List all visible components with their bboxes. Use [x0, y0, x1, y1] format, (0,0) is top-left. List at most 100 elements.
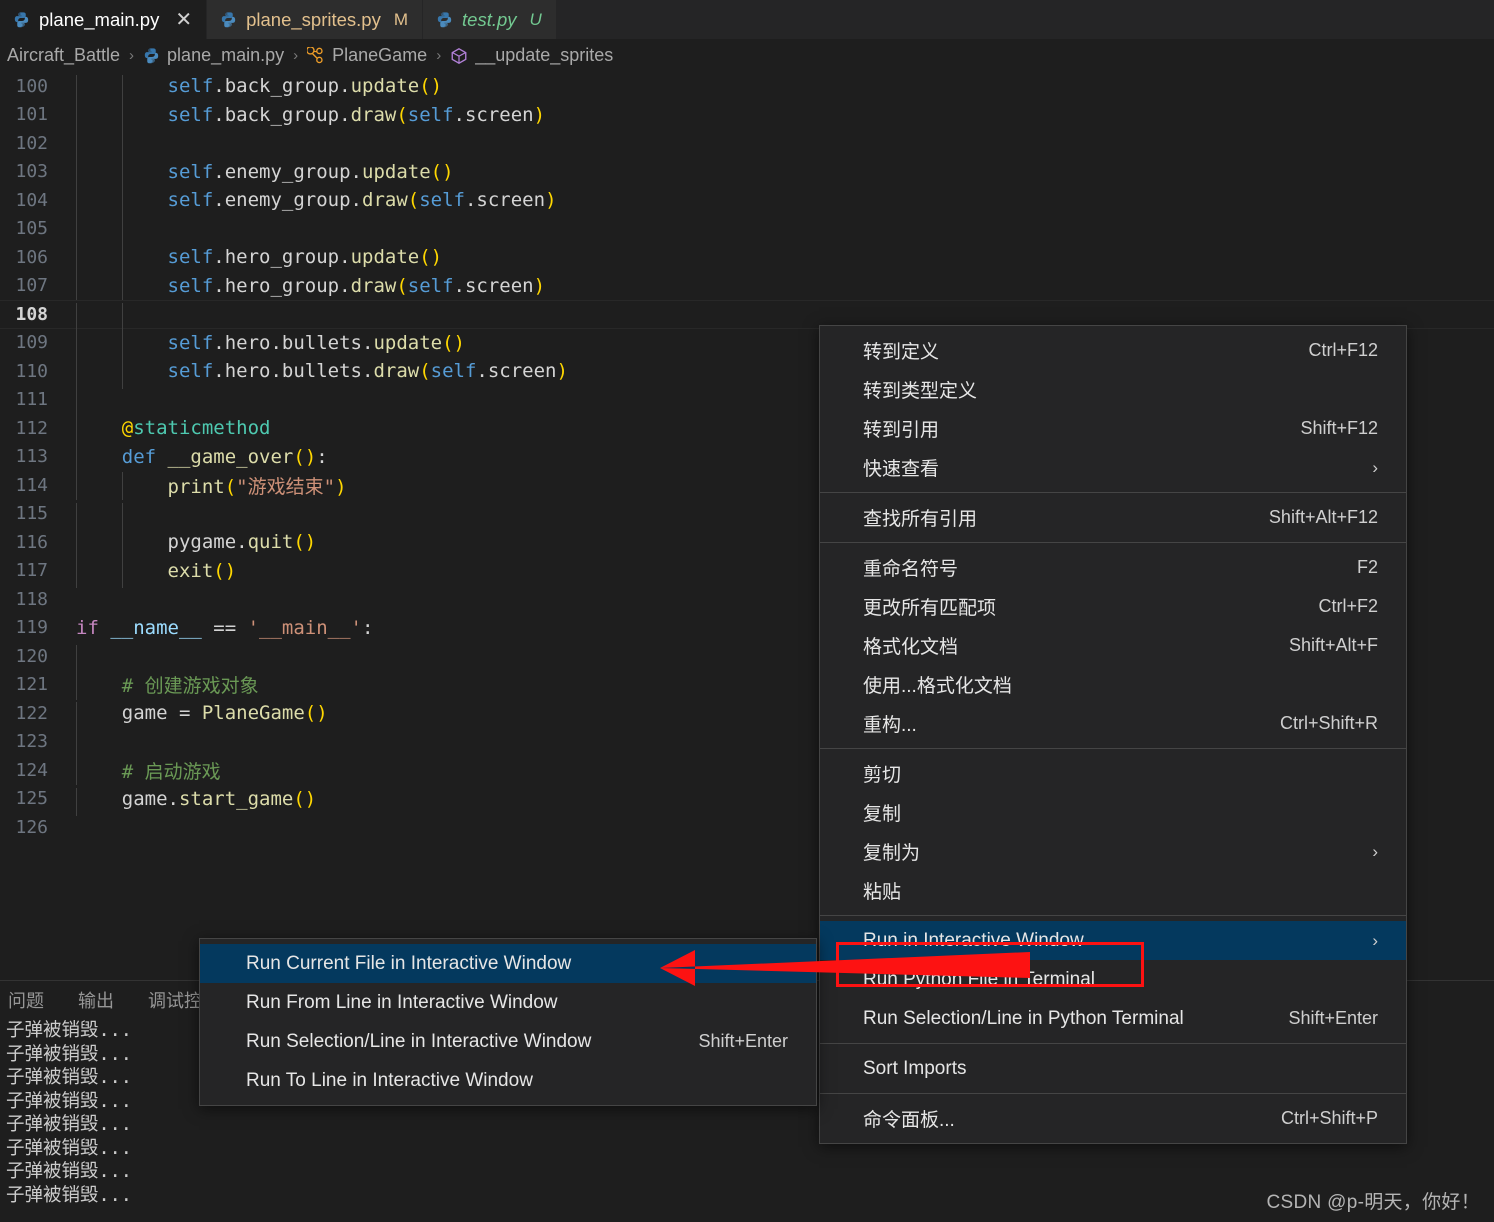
- code-token: @: [121, 417, 134, 440]
- submenu-item[interactable]: Run From Line in Interactive Window: [200, 983, 816, 1022]
- code-token: .enemy_group.: [213, 189, 362, 212]
- context-menu-item[interactable]: Run in Interactive Window ›: [820, 921, 1406, 960]
- menu-item-shortcut: Ctrl+Shift+R: [1279, 713, 1378, 733]
- context-menu-item[interactable]: 粘贴: [820, 871, 1406, 910]
- code-text: self.enemy_group.draw(self.screen): [76, 189, 557, 218]
- close-icon[interactable]: ✕: [175, 10, 192, 30]
- submenu-item[interactable]: Run To Line in Interactive Window: [200, 1061, 816, 1100]
- menu-item-label: 重命名符号: [863, 559, 959, 580]
- line-number: 102: [15, 132, 48, 154]
- editor-tab-0[interactable]: plane_main.py ✕: [0, 0, 208, 39]
- breadcrumb-item-2[interactable]: PlaneGame: [304, 45, 430, 66]
- code-token: __name__: [110, 616, 202, 639]
- indent-guide: [76, 445, 77, 475]
- python-icon: [221, 12, 236, 28]
- code-line[interactable]: 106 self.hero_group.update(): [0, 243, 1494, 275]
- code-token: draw: [362, 189, 408, 212]
- code-token: pygame.: [167, 531, 248, 554]
- context-menu-item[interactable]: 转到类型定义: [820, 370, 1406, 409]
- indent-guide: [76, 502, 77, 532]
- context-menu-item[interactable]: 重构... Ctrl+Shift+R: [820, 704, 1406, 743]
- line-number: 120: [15, 645, 48, 667]
- code-line[interactable]: 100 self.back_group.update(): [0, 72, 1494, 104]
- code-token: (): [419, 75, 443, 98]
- panel-tab-1[interactable]: 输出: [78, 987, 114, 1013]
- context-menu-item[interactable]: 复制: [820, 793, 1406, 832]
- editor-tab-label: test.py: [462, 8, 517, 30]
- panel-tab-2[interactable]: 调试控: [148, 987, 202, 1013]
- panel-tab-0[interactable]: 问题: [8, 987, 44, 1013]
- chevron-right-icon: ›: [1372, 930, 1378, 950]
- code-token: self: [167, 75, 214, 98]
- indent-guide: [121, 274, 123, 304]
- submenu-item[interactable]: Run Current File in Interactive Window: [200, 944, 816, 983]
- context-menu-item[interactable]: 格式化文档 Shift+Alt+F: [820, 626, 1406, 665]
- breadcrumb-item-0[interactable]: Aircraft_Battle: [4, 45, 123, 66]
- code-token: self: [167, 189, 214, 212]
- code-text: [76, 730, 122, 760]
- editor-tab-2[interactable]: test.py U: [423, 0, 557, 39]
- code-token: self: [167, 331, 214, 354]
- context-menu-item[interactable]: 转到引用 Shift+F12: [820, 409, 1406, 448]
- editor-tab-status-badge: U: [529, 9, 542, 29]
- code-line[interactable]: 104 self.enemy_group.draw(self.screen): [0, 186, 1494, 218]
- indent-guide: [76, 671, 77, 700]
- context-menu-item[interactable]: 查找所有引用 Shift+Alt+F12: [820, 498, 1406, 537]
- run-in-interactive-window-submenu[interactable]: Run Current File in Interactive Window Ru…: [199, 938, 817, 1106]
- code-token: :: [362, 616, 374, 639]
- line-number: 126: [15, 816, 48, 838]
- breadcrumb-item-1[interactable]: plane_main.py: [140, 45, 287, 66]
- code-text: exit(): [76, 559, 236, 589]
- submenu-item[interactable]: Run Selection/Line in Interactive Window…: [200, 1022, 816, 1061]
- breadcrumb-item-3[interactable]: __update_sprites: [447, 45, 616, 66]
- code-text: [76, 303, 168, 332]
- code-token: (): [430, 160, 454, 183]
- editor-context-menu[interactable]: 转到定义 Ctrl+F12 转到类型定义 转到引用 Shift+F12 快速查看 › 查找所有…: [819, 325, 1407, 1144]
- context-menu-item[interactable]: 重命名符号 F2: [820, 548, 1406, 587]
- code-text: # 启动游戏: [76, 756, 221, 786]
- context-menu-item[interactable]: 命令面板... Ctrl+Shift+P: [820, 1099, 1406, 1138]
- code-line[interactable]: 103 self.enemy_group.update(): [0, 158, 1494, 190]
- menu-item-label: 转到定义: [863, 342, 940, 363]
- indent-guide: [76, 189, 77, 218]
- code-token: self: [167, 274, 214, 297]
- context-menu-item[interactable]: 复制为 ›: [820, 832, 1406, 871]
- menu-item-label: 更改所有匹配项: [863, 598, 997, 619]
- code-token: self: [167, 160, 214, 183]
- context-menu-item[interactable]: Sort Imports: [820, 1049, 1406, 1088]
- context-menu-item[interactable]: 更改所有匹配项 Ctrl+F2: [820, 587, 1406, 626]
- menu-item-shortcut: Shift+Enter: [698, 1031, 788, 1051]
- context-menu-item[interactable]: Run Python File in Terminal: [820, 960, 1406, 999]
- context-menu-item[interactable]: Run Selection/Line in Python Terminal Shi…: [820, 999, 1406, 1038]
- menu-item-label: Run Python File in Terminal: [863, 968, 1095, 990]
- code-text: self.back_group.draw(self.screen): [76, 103, 545, 133]
- indent-guide: [121, 331, 123, 361]
- code-token: .back_group.: [213, 103, 351, 126]
- context-menu-item[interactable]: 快速查看 ›: [820, 448, 1406, 487]
- indent-guide: [121, 132, 123, 161]
- menu-item-label: Sort Imports: [863, 1057, 967, 1079]
- line-number: 118: [15, 588, 48, 610]
- code-text: def __game_over():: [76, 445, 328, 475]
- code-line[interactable]: 101 self.back_group.draw(self.screen): [0, 101, 1494, 133]
- line-number: 113: [15, 446, 48, 468]
- code-token: (): [293, 787, 317, 810]
- context-menu-item[interactable]: 使用...格式化文档: [820, 665, 1406, 704]
- code-token: __game_over: [167, 445, 294, 468]
- code-token: "游戏结束": [236, 475, 336, 498]
- indent-guide: [76, 559, 77, 589]
- menu-item-shortcut: Shift+F12: [1300, 418, 1378, 438]
- code-line[interactable]: 105: [0, 215, 1494, 247]
- code-line[interactable]: 102: [0, 129, 1494, 161]
- context-menu-item[interactable]: 剪切: [820, 754, 1406, 793]
- editor-tab-1[interactable]: plane_sprites.py M: [207, 0, 424, 39]
- context-menu-item[interactable]: 转到定义 Ctrl+F12: [820, 331, 1406, 370]
- code-line[interactable]: 107 self.hero_group.draw(self.screen): [0, 272, 1494, 304]
- code-token: update: [350, 246, 420, 269]
- code-token: (: [407, 189, 420, 212]
- menu-separator: [820, 542, 1406, 543]
- code-text: # 创建游戏对象: [76, 671, 259, 700]
- code-text: self.hero.bullets.draw(self.screen): [76, 360, 568, 389]
